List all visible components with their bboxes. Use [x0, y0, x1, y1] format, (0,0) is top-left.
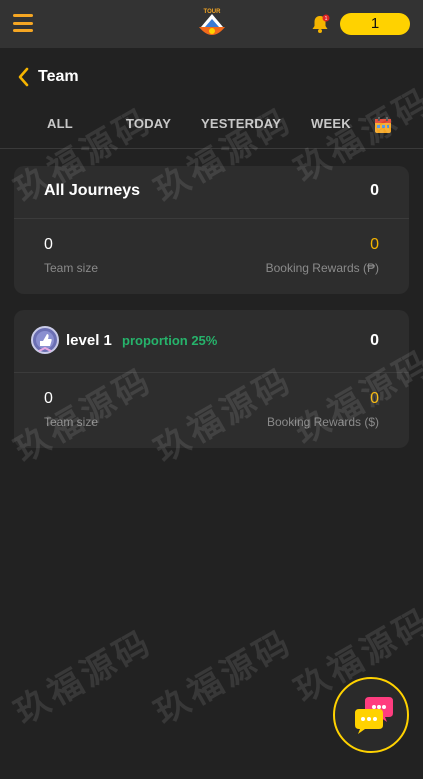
watermark: 玖福源码	[8, 623, 160, 732]
tour-logo-icon: TOUR	[199, 9, 225, 35]
hamburger-menu-icon[interactable]	[13, 14, 33, 32]
card-total: 0	[370, 182, 379, 199]
card-header: level 1 proportion 25% 0	[14, 310, 409, 373]
page-title: Team	[38, 68, 79, 85]
rewards-label: Booking Rewards (₱)	[265, 261, 379, 275]
chat-support-button[interactable]	[333, 677, 409, 753]
level-badge-icon	[31, 326, 59, 354]
team-size-value: 0	[44, 236, 53, 253]
back-chevron-icon[interactable]	[16, 66, 32, 88]
top-bar: TOUR 1 1	[0, 0, 423, 48]
team-size-label: Team size	[44, 261, 99, 275]
rewards-value: 0	[370, 236, 379, 253]
page-header: Team	[16, 66, 79, 88]
svg-text:TOUR: TOUR	[204, 9, 222, 15]
notification-bell-icon[interactable]: 1	[310, 14, 330, 34]
chat-bubbles-icon	[355, 697, 393, 734]
tab-all[interactable]: ALL	[47, 116, 73, 131]
balance-pill[interactable]: 1	[340, 13, 410, 35]
level-total: 0	[370, 332, 379, 349]
level-title: level 1	[66, 332, 112, 349]
notification-count: 1	[325, 16, 328, 22]
level-proportion: proportion 25%	[122, 333, 218, 348]
watermark: 玖福源码	[148, 623, 300, 732]
